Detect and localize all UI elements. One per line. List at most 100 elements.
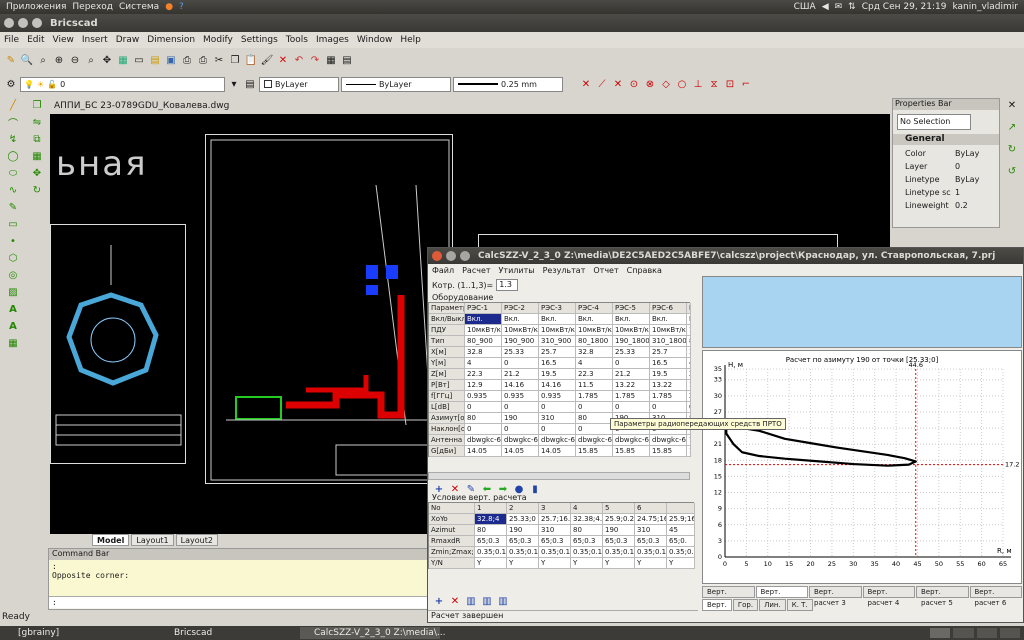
task-gbrainy[interactable]: [gbrainy] <box>4 627 144 639</box>
line-icon[interactable]: ╱ <box>6 98 20 112</box>
menu-images[interactable]: Images <box>312 35 353 45</box>
table-cell[interactable]: 80 <box>475 525 507 536</box>
tab-layout1[interactable]: Layout1 <box>131 534 174 546</box>
network-icon[interactable]: ⇅ <box>848 2 856 12</box>
korr-input[interactable]: 1.3 <box>496 279 519 291</box>
table-header-cell[interactable]: 5 <box>603 503 635 514</box>
delete-icon[interactable]: ✕ <box>276 53 290 67</box>
freehand-icon[interactable]: ✎ <box>6 200 20 214</box>
dropdown-arrow-icon[interactable]: ▾ <box>227 77 241 91</box>
snap-node-icon[interactable]: ⊗ <box>643 77 657 91</box>
clock[interactable]: Срд Сен 29, 21:19 <box>862 2 947 12</box>
table-cell[interactable]: Вкл. <box>465 314 502 325</box>
table-header-cell[interactable]: Параметр <box>429 303 465 314</box>
polygon-icon[interactable]: ⬡ <box>6 251 20 265</box>
firefox-icon[interactable]: ● <box>165 2 173 12</box>
table-cell[interactable]: 65;0.3 <box>539 536 571 547</box>
property-row[interactable]: Color ByLay <box>893 147 999 160</box>
table-cell[interactable]: 2.1 <box>687 391 691 402</box>
table-header-cell[interactable]: 6 <box>635 503 667 514</box>
calc-menu-report[interactable]: Отчет <box>589 266 622 275</box>
rotate-icon[interactable]: ↻ <box>30 183 44 197</box>
table-cell[interactable]: 16.5 <box>539 358 576 369</box>
table-header-cell[interactable]: РЭС-3 <box>539 303 576 314</box>
menu-modify[interactable]: Modify <box>199 35 237 45</box>
table-cell[interactable]: Y <box>571 558 603 569</box>
table-cell[interactable]: 14.05 <box>539 446 576 457</box>
table-header-cell[interactable]: РЭС-5 <box>613 303 650 314</box>
table-cell[interactable]: 65;0. <box>667 536 695 547</box>
table-cell[interactable]: Y <box>539 558 571 569</box>
table-cell[interactable]: 65;0.3 <box>603 536 635 547</box>
equipment-table[interactable]: ПараметрРЭС-1РЭС-2РЭС-3РЭС-4РЭС-5РЭС-6РЭ… <box>428 302 691 457</box>
table-cell[interactable]: Y <box>507 558 539 569</box>
table-cell[interactable]: 0 <box>576 424 613 435</box>
view-icon[interactable]: ▦ <box>116 53 130 67</box>
table-cell[interactable]: 190 <box>507 525 539 536</box>
table-header-cell[interactable]: РЭС-6 <box>650 303 687 314</box>
table-cell[interactable]: 0.35;0. <box>667 547 695 558</box>
table-cell[interactable]: 0 <box>465 402 502 413</box>
table-cell[interactable]: 10мкВт/кв <box>465 325 502 336</box>
menu-tools[interactable]: Tools <box>282 35 312 45</box>
book-icon[interactable]: ▮ <box>528 482 542 496</box>
table-row-label[interactable]: ПДУ <box>429 325 465 336</box>
tab-layout2[interactable]: Layout2 <box>175 534 218 546</box>
table-row-label[interactable]: Azimut <box>429 525 475 536</box>
document-title[interactable]: АППИ_БС 23-0789GDU_Ковалева.dwg <box>50 101 229 111</box>
table-cell[interactable]: 0 <box>687 402 691 413</box>
table-cell[interactable]: 32. <box>687 347 691 358</box>
table-cell[interactable]: 25.33 <box>613 347 650 358</box>
text-icon[interactable]: A <box>6 302 20 316</box>
snap-intersection-icon[interactable]: ✕ <box>611 77 625 91</box>
table-cell[interactable]: dbwgkc-65E <box>465 435 502 446</box>
paste-icon[interactable]: 📋 <box>244 53 258 67</box>
menu-edit[interactable]: Edit <box>23 35 48 45</box>
properties-section-general[interactable]: General <box>893 134 999 145</box>
arrow-icon[interactable]: ↻ <box>1005 142 1019 156</box>
table-cell[interactable]: 10мкВт/кв <box>576 325 613 336</box>
menu-file[interactable]: File <box>0 35 23 45</box>
minimize-window-icon[interactable] <box>446 251 456 261</box>
calc-menu-calc[interactable]: Расчет <box>458 266 494 275</box>
table-cell[interactable]: 15.85 <box>576 446 613 457</box>
table-header-cell[interactable]: 2 <box>507 503 539 514</box>
table-cell[interactable]: 32.8 <box>576 347 613 358</box>
table-cell[interactable]: 16.5 <box>650 358 687 369</box>
table-cell[interactable]: 0 <box>502 424 539 435</box>
table-cell[interactable]: 10мкВт/кв <box>502 325 539 336</box>
table-row-label[interactable]: Тип <box>429 336 465 347</box>
undo-icon[interactable]: ↶ <box>292 53 306 67</box>
bottom-tab[interactable]: Гор. <box>732 599 759 611</box>
mtext-icon[interactable]: A <box>6 319 20 333</box>
redo-icon[interactable]: ↷ <box>308 53 322 67</box>
snap-quadrant-icon[interactable]: ◇ <box>659 77 673 91</box>
table-cell[interactable]: 742 <box>687 435 691 446</box>
table-cell[interactable]: 19.5 <box>539 369 576 380</box>
table-header-cell[interactable]: 3 <box>539 503 571 514</box>
table-header-cell[interactable]: No <box>429 503 475 514</box>
table-cell[interactable]: 0 <box>650 402 687 413</box>
selection-dropdown[interactable]: No Selection <box>897 114 971 130</box>
maximize-window-icon[interactable] <box>460 251 470 261</box>
rectangle-icon[interactable]: ▭ <box>6 217 20 231</box>
table-cell[interactable]: 190 <box>502 413 539 424</box>
chart-tab[interactable]: Верт. расчет 4 <box>862 586 915 607</box>
table-cell[interactable]: 0 <box>502 402 539 413</box>
table-row-label[interactable]: Y[м] <box>429 358 465 369</box>
table-cell[interactable]: 310 <box>539 525 571 536</box>
table-cell[interactable]: 12.9 <box>465 380 502 391</box>
layer-manager-icon[interactable]: ⚙ <box>4 77 18 91</box>
table-cell[interactable]: 22.3 <box>576 369 613 380</box>
table-cell[interactable]: 11.5 <box>576 380 613 391</box>
table-cell[interactable]: 32.38;4.8 <box>571 514 603 525</box>
chart-icon[interactable]: ▥ <box>480 594 494 608</box>
table-cell[interactable]: 1.785 <box>613 391 650 402</box>
zoom-in-icon[interactable]: ⊕ <box>52 53 66 67</box>
table-cell[interactable]: Вк <box>687 314 691 325</box>
table-cell[interactable]: 80 <box>571 525 603 536</box>
save-icon[interactable]: ▣ <box>164 53 178 67</box>
table-cell[interactable]: 4.8 <box>687 358 691 369</box>
system-menu-applications[interactable]: Приложения <box>6 2 66 12</box>
table-cell[interactable]: 190 <box>603 525 635 536</box>
